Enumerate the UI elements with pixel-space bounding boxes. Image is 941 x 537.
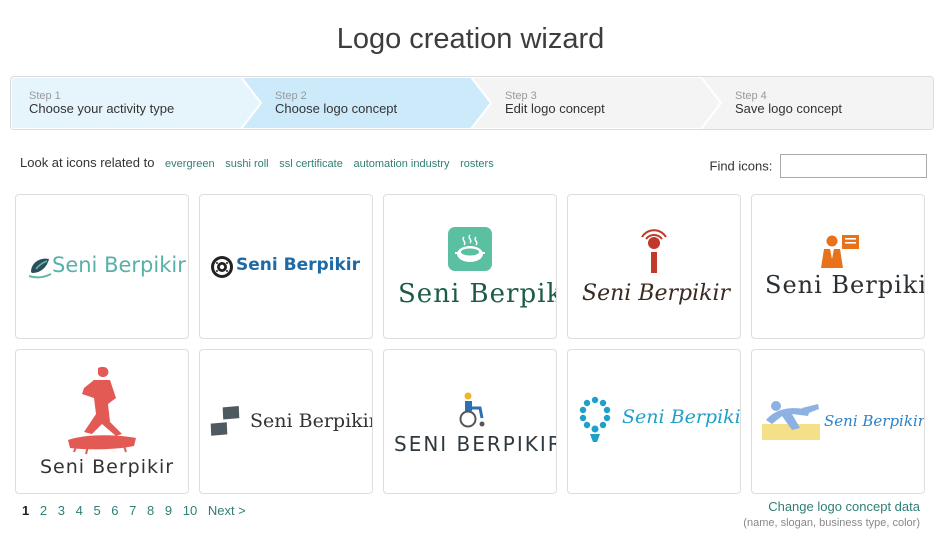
- logo-text: Seni Berpikir: [398, 279, 556, 309]
- step-4-label: Save logo concept: [735, 101, 842, 116]
- related-link-evergreen[interactable]: evergreen: [165, 158, 215, 170]
- step-2[interactable]: Step 2 Choose logo concept: [241, 77, 501, 129]
- logo-tile[interactable]: Seni Berpikir: [15, 349, 189, 494]
- logo-tile[interactable]: Seni Berpikir: [567, 194, 741, 339]
- swimmer-icon: [762, 401, 820, 440]
- page-link-8[interactable]: 8: [147, 503, 154, 518]
- logo-text: Seni Berpikir: [236, 255, 361, 275]
- find-icons-label: Find icons:: [709, 158, 773, 174]
- related-prefix: Look at icons related to: [20, 155, 155, 170]
- surfer-icon: [68, 366, 136, 455]
- find-icons: Find icons:: [709, 154, 927, 178]
- logo-tile[interactable]: Seni Berpikir: [567, 349, 741, 494]
- logo-tile[interactable]: Seni Berpikir: [199, 349, 373, 494]
- prayer-beads-icon: [579, 396, 611, 442]
- step-4[interactable]: Step 4 Save logo concept: [701, 77, 933, 129]
- step-1[interactable]: Step 1 Choose your activity type: [11, 77, 271, 129]
- logo-text: Seni Berpikir: [40, 456, 175, 478]
- change-concept-hint: (name, slogan, business type, color): [743, 517, 920, 529]
- logo-text: SENI BERPIKIR: [394, 432, 557, 456]
- logo-tile[interactable]: SENI BERPIKIR: [383, 349, 557, 494]
- logo-text: Seni Berpikir: [622, 406, 741, 428]
- sushi-roll-icon: [211, 256, 233, 278]
- step-1-label: Choose your activity type: [29, 101, 175, 116]
- steaming-pot-icon: [448, 227, 492, 271]
- change-concept: Change logo concept data (name, slogan, …: [743, 499, 920, 529]
- logo-text: Seni Berpikir: [824, 412, 925, 430]
- related-link-automation-industry[interactable]: automation industry: [353, 158, 449, 170]
- page-link-9[interactable]: 9: [165, 503, 172, 518]
- page-title: Logo creation wizard: [336, 23, 605, 56]
- related-link-sushi-roll[interactable]: sushi roll: [225, 158, 268, 170]
- change-logo-concept-link[interactable]: Change logo concept data: [743, 499, 920, 514]
- logo-tile[interactable]: Seni Berpikir: [751, 194, 925, 339]
- find-icons-input[interactable]: [780, 154, 927, 178]
- step-2-label: Choose logo concept: [275, 101, 398, 116]
- page-link-1[interactable]: 1: [22, 503, 29, 518]
- page-link-4[interactable]: 4: [76, 503, 83, 518]
- related-icons-bar: Look at icons related to evergreen sushi…: [20, 155, 494, 170]
- logo-text: Seni Berpikir: [52, 253, 186, 277]
- logo-tile[interactable]: Seni Berpikir: [751, 349, 925, 494]
- pagination: 1 2 3 4 5 6 7 8 9 10 Next >: [22, 503, 253, 518]
- logo-text: Seni Berpikir: [582, 281, 730, 306]
- page-link-7[interactable]: 7: [129, 503, 136, 518]
- related-link-rosters[interactable]: rosters: [460, 158, 494, 170]
- leaf-swoosh-icon: [28, 258, 52, 279]
- step-3-label: Edit logo concept: [505, 101, 605, 116]
- page-link-2[interactable]: 2: [40, 503, 47, 518]
- page-link-5[interactable]: 5: [93, 503, 100, 518]
- page-link-10[interactable]: 10: [183, 503, 197, 518]
- logo-tile[interactable]: Seni Berpikir: [15, 194, 189, 339]
- businessman-presentation-icon: [821, 235, 859, 268]
- logo-tile[interactable]: Seni Berpikir: [383, 194, 557, 339]
- logo-text: Seni Berpikir: [765, 271, 925, 299]
- step-3[interactable]: Step 3 Edit logo concept: [471, 77, 731, 129]
- logo-tile[interactable]: Seni Berpikir: [199, 194, 373, 339]
- logo-text: Seni Berpikir: [250, 410, 373, 432]
- wheelchair-user-icon: [459, 392, 485, 428]
- footprints-icon: [210, 406, 240, 436]
- page-link-6[interactable]: 6: [111, 503, 118, 518]
- next-page-link[interactable]: Next >: [208, 503, 246, 518]
- wireless-antenna-icon: [641, 229, 667, 273]
- page-link-3[interactable]: 3: [58, 503, 65, 518]
- wizard-stepper: Step 1 Choose your activity type Step 2 …: [10, 76, 934, 130]
- related-link-ssl-certificate[interactable]: ssl certificate: [279, 158, 343, 170]
